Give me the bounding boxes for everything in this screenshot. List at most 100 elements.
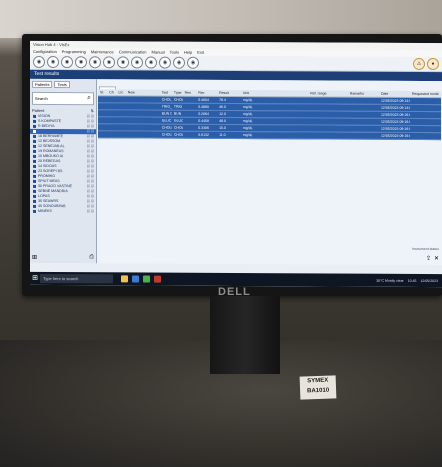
toolbar-button-5[interactable]: ◉ <box>89 56 101 69</box>
menu-configuration[interactable]: Configuration <box>33 48 57 55</box>
checkbox-icon[interactable]: ☑ ☑ <box>87 209 94 214</box>
column-header[interactable]: Result <box>217 90 241 96</box>
toolbar-button-8[interactable]: ◉ <box>131 56 143 69</box>
column-header[interactable]: Ref. range <box>308 90 348 96</box>
toolbar-button-7[interactable]: ◉ <box>117 56 129 69</box>
patient-icon <box>33 184 36 188</box>
patient-icon <box>33 124 36 128</box>
menu-exit[interactable]: Exit <box>197 49 204 56</box>
taskbar-icons <box>121 275 161 283</box>
table-cell <box>107 124 116 130</box>
table-cell <box>348 119 379 125</box>
table-cell: 12/05/2023 09:16:05 <box>380 112 410 117</box>
column-header[interactable]: Rec <box>196 90 217 96</box>
left-footer: ⊞ ⎙ <box>32 254 94 261</box>
wall <box>0 0 442 38</box>
patient-icon <box>33 204 36 208</box>
filter-icon[interactable]: ⇅ <box>91 108 94 113</box>
table-cell: GLUC PT <box>161 118 172 123</box>
table-cell <box>98 131 107 137</box>
toolbar-button-9[interactable]: ◉ <box>145 56 157 69</box>
column-header[interactable]: Type <box>172 90 183 96</box>
toolbar-button-3[interactable]: ◉ <box>61 56 73 69</box>
toolbar-button-2[interactable]: ◉ <box>47 56 59 69</box>
column-header[interactable]: Remarks <box>348 91 379 97</box>
menu-communication[interactable]: Communication <box>119 48 147 55</box>
main-area: Patients Tests Search ⌕ Patient ⇅ VISION… <box>30 78 442 266</box>
table-cell: 48.0 <box>219 118 226 123</box>
clock-time: 10:45 <box>407 278 417 283</box>
toolbar-button-6[interactable]: ◉ <box>103 56 115 69</box>
status-icon[interactable]: ● <box>427 58 439 71</box>
table-cell <box>126 110 160 116</box>
app-icon[interactable] <box>154 275 161 283</box>
folder-icon[interactable] <box>121 275 128 283</box>
table-cell <box>348 112 379 118</box>
column-header[interactable]: St <box>98 89 107 95</box>
tab-tests[interactable]: Tests <box>54 81 70 89</box>
clock-date: 12/05/2023 <box>420 278 438 283</box>
toolbar-button-10[interactable]: ◉ <box>159 56 171 69</box>
search-input[interactable]: Search ⌕ <box>32 91 94 106</box>
table-cell <box>98 110 107 116</box>
list-item[interactable]: MINEKS ☑ ☑ <box>30 209 96 214</box>
table-cell: BUN CREALA <box>161 111 172 116</box>
column-header[interactable]: Requested mode <box>410 91 441 97</box>
store-icon[interactable] <box>143 275 150 283</box>
column-header[interactable]: Date <box>379 91 410 97</box>
toolbar-button-1[interactable]: ◉ <box>33 55 45 68</box>
column-header[interactable]: Res <box>183 90 197 96</box>
toolbar-button-4[interactable]: ◉ <box>75 56 87 69</box>
table-cell <box>410 133 441 139</box>
patient-icon <box>33 154 36 158</box>
table-cell <box>126 124 160 130</box>
table-cell: TRIG <box>173 104 183 109</box>
table-cell: CHOL <box>173 125 183 130</box>
search-icon[interactable]: ⌕ <box>87 94 91 102</box>
table-row[interactable]: CHOLPT CHOL 0.6132 11.0 mg/dL 12/05/2023 09:1… <box>98 131 441 141</box>
list-item-label: MINEKS <box>38 208 52 214</box>
table-cell <box>308 125 348 131</box>
export-icon[interactable]: ⇪ <box>426 255 431 262</box>
edge-icon[interactable] <box>132 275 139 283</box>
table-cell <box>308 111 348 117</box>
column-header[interactable]: New <box>126 89 160 95</box>
tree-header-label: Patient <box>32 107 45 113</box>
table-cell: mg/dL <box>242 119 253 124</box>
table-cell <box>183 104 197 110</box>
list-item-label: R BEDIYA <box>38 123 55 129</box>
table-cell <box>98 103 107 109</box>
taskbar-search[interactable]: Type here to search <box>40 273 113 284</box>
column-header[interactable]: Lic <box>117 89 126 95</box>
table-cell <box>98 96 107 102</box>
column-header[interactable]: Test <box>160 90 172 96</box>
toolbar-button-11[interactable]: ◉ <box>173 56 185 69</box>
table-cell: 12/05/2023 09:14:05 <box>380 105 410 110</box>
close-icon[interactable]: ✕ <box>434 255 439 262</box>
table-cell: 12.0 <box>219 111 226 116</box>
toolbar-button-12[interactable]: ◉ <box>187 56 199 69</box>
patient-icon <box>33 149 36 153</box>
table-cell <box>107 131 116 137</box>
table-cell <box>117 110 126 116</box>
menu-help[interactable]: Help <box>184 49 192 56</box>
column-header[interactable]: Ch <box>107 89 116 95</box>
menu-programming[interactable]: Programming <box>62 48 86 55</box>
patient-icon <box>33 189 36 193</box>
table-cell: 78.4 <box>219 97 226 102</box>
add-icon[interactable]: ⊞ <box>32 254 37 261</box>
windows-start-icon[interactable]: ⊞ <box>30 272 40 285</box>
tab-patients[interactable]: Patients <box>32 80 53 89</box>
table-cell: mg/dL <box>242 112 253 117</box>
table-cell <box>308 104 348 110</box>
table-cell <box>183 125 197 131</box>
table-cell: 12/05/2023 09:16:05 <box>380 126 410 131</box>
column-header[interactable]: Unit <box>241 90 308 96</box>
print-icon[interactable]: ⎙ <box>89 254 94 261</box>
table-cell: 0.6132 <box>198 132 209 137</box>
table-cell <box>308 97 348 103</box>
alarm-icon[interactable]: ⚠ <box>413 57 425 70</box>
menu-manual[interactable]: Manual <box>152 49 165 56</box>
menu-maintenance[interactable]: Maintenance <box>91 48 114 55</box>
menu-tools[interactable]: Tools <box>170 49 179 56</box>
